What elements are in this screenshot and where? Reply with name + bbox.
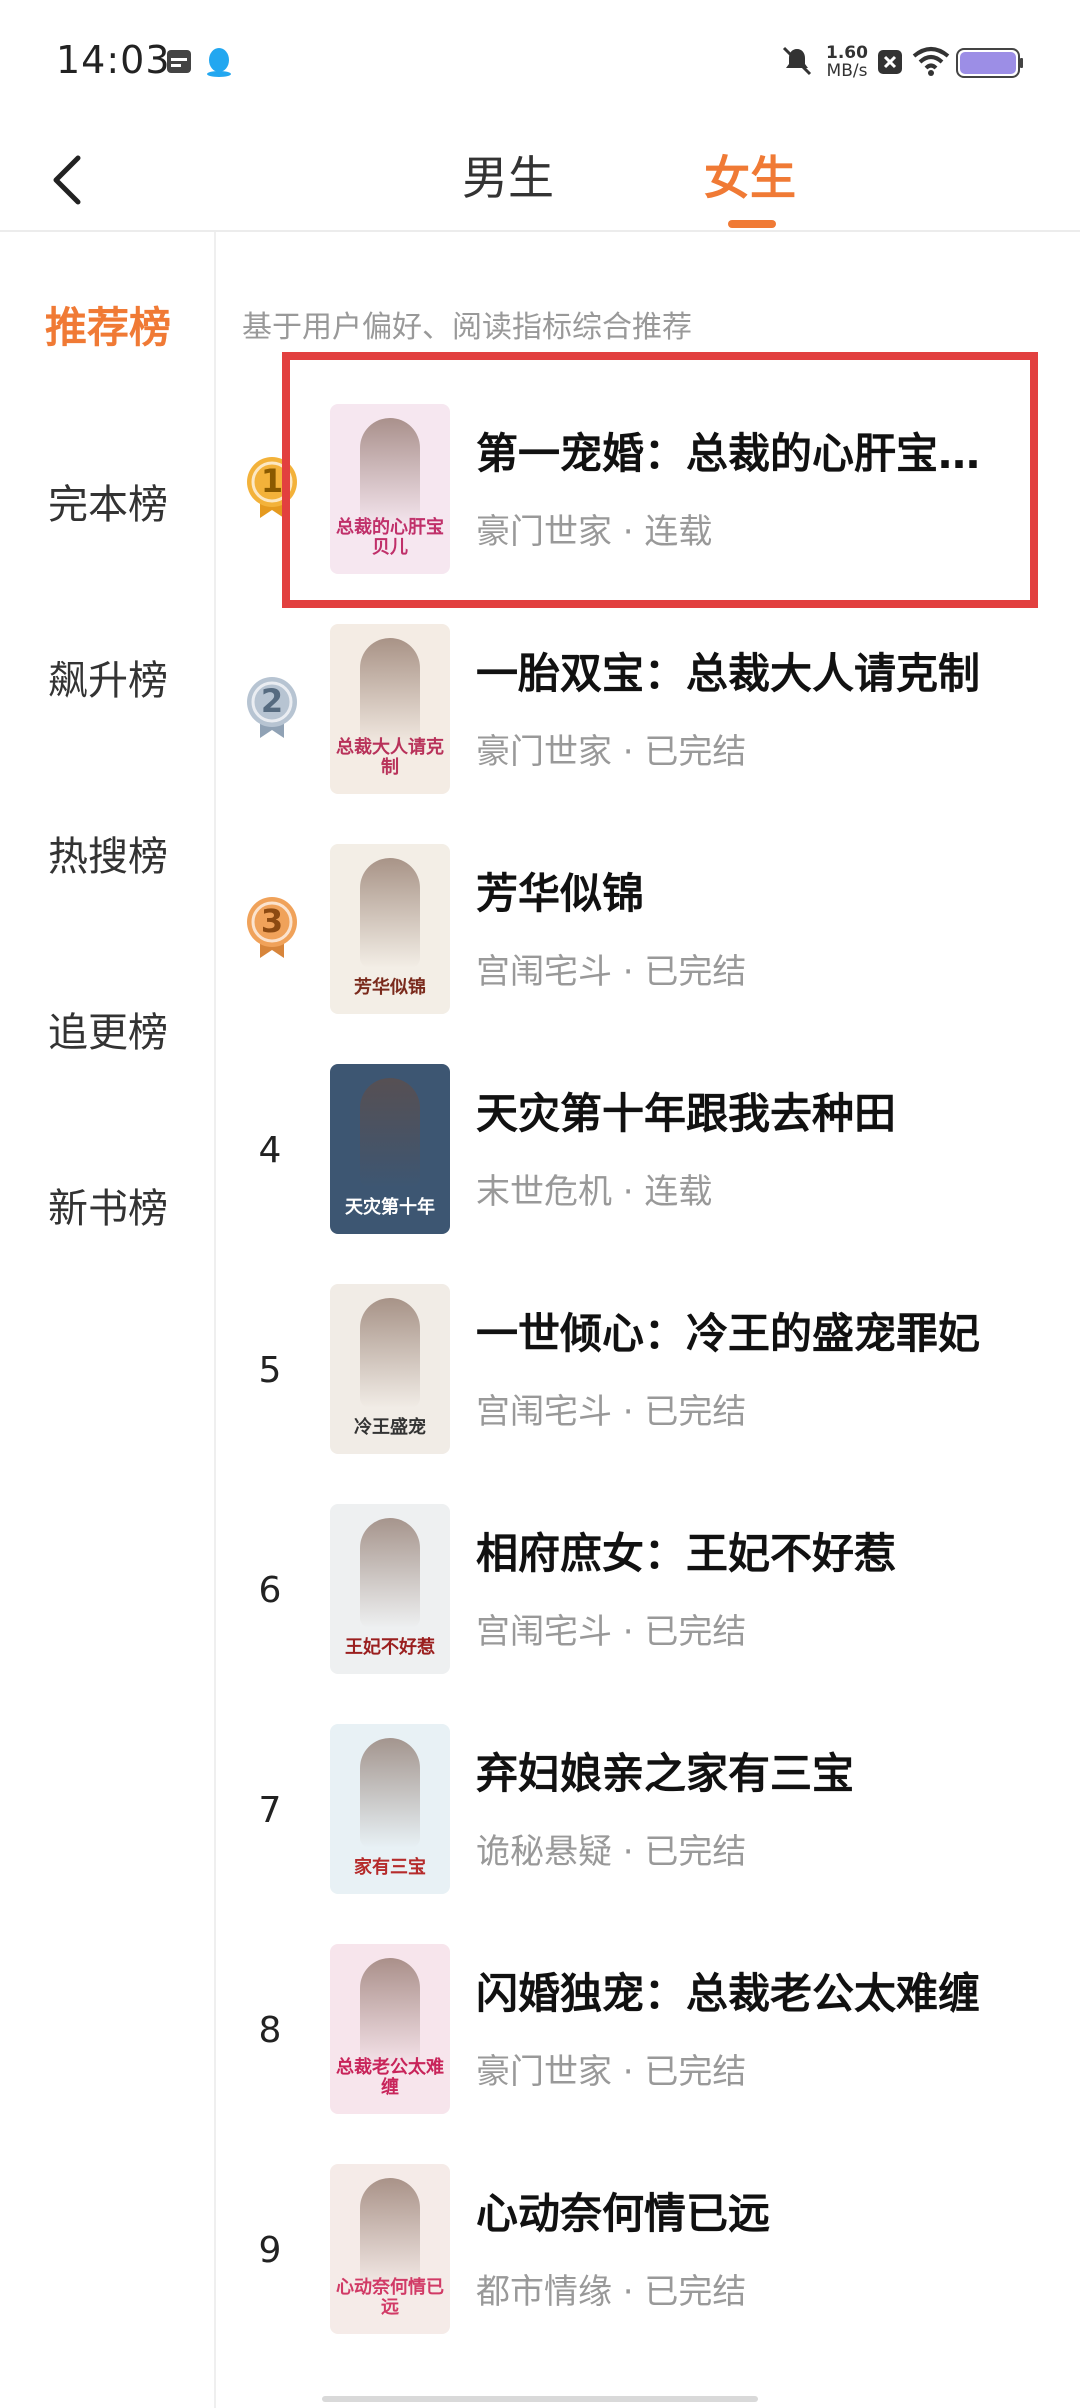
mute-icon	[780, 44, 814, 82]
book-meta: 宫闱宅斗 · 已完结	[476, 1612, 747, 1652]
cover-title-text: 心动奈何情已远	[336, 2277, 444, 2318]
sidebar-item-completed[interactable]: 完本榜	[0, 472, 216, 530]
cover-illustration	[360, 1738, 420, 1848]
book-meta: 都市情缘 · 已完结	[476, 2272, 747, 2312]
ranking-sidebar: 推荐榜 完本榜 飙升榜 热搜榜 追更榜 新书榜	[0, 232, 216, 2408]
book-row[interactable]: 6 王妃不好惹 相府庶女：王妃不好惹宫闱宅斗 · 已完结	[218, 1504, 1080, 1724]
cover-title-text: 总裁大人请克制	[336, 737, 444, 778]
book-meta: 豪门世家 · 已完结	[476, 2052, 747, 2092]
book-row[interactable]: 8 总裁老公太难缠 闪婚独宠：总裁老公太难缠豪门世家 · 已完结	[218, 1944, 1080, 2164]
sidebar-item-hot-search[interactable]: 热搜榜	[0, 824, 216, 882]
book-title[interactable]: 一胎双宝：总裁大人请克制	[476, 640, 1056, 701]
close-square-icon	[876, 48, 904, 80]
book-row[interactable]: 5 冷王盛宠 一世倾心：冷王的盛宠罪妃宫闱宅斗 · 已完结	[218, 1284, 1080, 1504]
cover-title-text: 芳华似锦	[354, 977, 426, 998]
cover-illustration	[360, 638, 420, 748]
rank-number: 4	[258, 1130, 282, 1171]
cover-title-text: 冷王盛宠	[354, 1417, 426, 1438]
ranking-subtitle: 基于用户偏好、阅读指标综合推荐	[242, 310, 692, 345]
rank-medal-icon: 2	[244, 674, 300, 740]
cover-illustration	[360, 1078, 420, 1188]
home-indicator	[322, 2396, 758, 2402]
cover-illustration	[360, 1518, 420, 1628]
book-cover[interactable]: 家有三宝	[330, 1724, 450, 1894]
rank-number: 5	[258, 1350, 282, 1391]
sidebar-item-new-books[interactable]: 新书榜	[0, 1176, 216, 1234]
cover-illustration	[360, 1298, 420, 1408]
book-title[interactable]: 心动奈何情已远	[476, 2180, 1056, 2241]
rank-number: 3	[260, 902, 284, 940]
book-title[interactable]: 相府庶女：王妃不好惹	[476, 1520, 1056, 1581]
cover-illustration	[360, 2178, 420, 2288]
rank-number: 9	[258, 2230, 282, 2271]
cover-title-text: 王妃不好惹	[345, 1637, 435, 1658]
net-speed-value: 1.60	[826, 43, 868, 63]
rank-number: 8	[258, 2010, 282, 2051]
book-row[interactable]: 7 家有三宝 弃妇娘亲之家有三宝诡秘悬疑 · 已完结	[218, 1724, 1080, 1944]
calendar-app-icon	[164, 46, 194, 76]
chevron-left-icon	[53, 155, 81, 205]
book-meta: 诡秘悬疑 · 已完结	[476, 1832, 747, 1872]
sidebar-item-recommend[interactable]: 推荐榜	[0, 294, 216, 355]
book-row[interactable]: 2 总裁大人请克制 一胎双宝：总裁大人请克制豪门世家 · 已完结	[218, 624, 1080, 844]
book-row[interactable]: 3 芳华似锦 芳华似锦 宫闱宅斗 · 已完结	[218, 844, 1080, 1064]
cover-title-text: 总裁老公太难缠	[336, 2057, 444, 2098]
highlight-box	[282, 352, 1038, 608]
active-tab-indicator	[728, 220, 776, 228]
book-meta: 宫闱宅斗 · 已完结	[476, 1392, 747, 1432]
book-cover[interactable]: 芳华似锦	[330, 844, 450, 1014]
book-cover[interactable]: 总裁老公太难缠	[330, 1944, 450, 2114]
book-title[interactable]: 弃妇娘亲之家有三宝	[476, 1740, 1056, 1801]
rank-number: 2	[260, 682, 284, 720]
tab-female[interactable]: 女生	[704, 142, 796, 208]
book-row[interactable]: 9 心动奈何情已远 心动奈何情已远 都市情缘 · 已完结	[218, 2164, 1080, 2384]
book-cover[interactable]: 总裁大人请克制	[330, 624, 450, 794]
net-speed-unit: MB/s	[826, 61, 868, 81]
top-header: 男生 女生	[0, 120, 1080, 232]
cover-illustration	[360, 858, 420, 968]
rank-number: 7	[258, 1790, 282, 1831]
qq-app-icon	[204, 46, 234, 77]
book-meta: 宫闱宅斗 · 已完结	[476, 952, 747, 992]
rank-medal-icon: 3	[244, 894, 300, 960]
book-cover[interactable]: 心动奈何情已远	[330, 2164, 450, 2334]
sidebar-item-following[interactable]: 追更榜	[0, 1000, 216, 1058]
cover-title-text: 天灾第十年	[345, 1197, 435, 1218]
net-speed: 1.60 MB/s	[822, 44, 872, 80]
book-title[interactable]: 芳华似锦	[476, 860, 1056, 921]
book-row[interactable]: 4 天灾第十年 天灾第十年跟我去种田末世危机 · 连载	[218, 1064, 1080, 1284]
book-title[interactable]: 天灾第十年跟我去种田	[476, 1080, 1056, 1141]
book-meta: 豪门世家 · 已完结	[476, 732, 747, 772]
cover-title-text: 家有三宝	[354, 1857, 426, 1878]
wifi-icon	[912, 46, 950, 80]
rank-number: 6	[258, 1570, 282, 1611]
status-time: 14:03	[56, 38, 171, 82]
back-button[interactable]	[40, 150, 100, 210]
book-meta: 末世危机 · 连载	[476, 1172, 713, 1212]
book-title[interactable]: 闪婚独宠：总裁老公太难缠	[476, 1960, 1056, 2021]
book-cover[interactable]: 王妃不好惹	[330, 1504, 450, 1674]
book-title[interactable]: 一世倾心：冷王的盛宠罪妃	[476, 1300, 1056, 1361]
status-bar: 14:03 1.60 MB/s	[0, 0, 1080, 120]
battery-icon	[956, 48, 1024, 82]
tab-male[interactable]: 男生	[462, 142, 554, 208]
book-cover[interactable]: 冷王盛宠	[330, 1284, 450, 1454]
cover-illustration	[360, 1958, 420, 2068]
book-cover[interactable]: 天灾第十年	[330, 1064, 450, 1234]
sidebar-item-rising[interactable]: 飙升榜	[0, 648, 216, 706]
